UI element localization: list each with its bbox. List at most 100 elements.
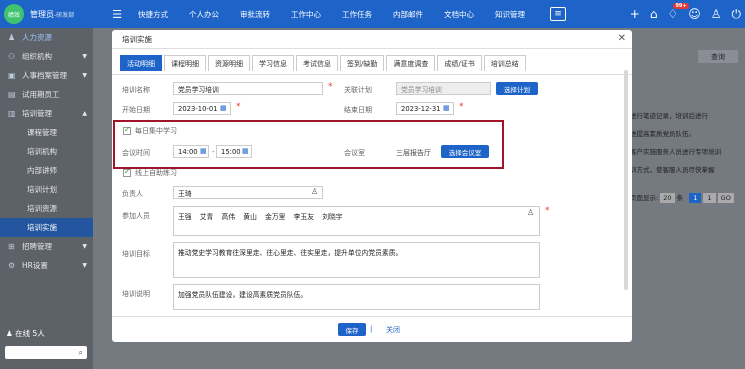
name-label: 培训名称 [122,86,150,94]
member-name: 王强 [178,213,192,221]
power-icon[interactable]: ⏻ [732,7,742,22]
org-icon: ⚇ [8,52,16,61]
nav-item[interactable]: 工作中心 [291,9,321,20]
sidebar-item-archive[interactable]: ▣ 人事档案管理 ▼ [0,66,93,85]
notification-badge: 99+ [673,3,689,9]
required-mark: * [236,102,241,112]
tab-resource[interactable]: 资源明细 [208,55,250,71]
add-icon[interactable]: + [630,7,640,21]
member-name: 刘晓宇 [322,213,343,221]
dialog-footer: 保存 | 关闭 [112,316,632,342]
nav-item[interactable]: 知识管理 [495,9,525,20]
bg-text: 训方式，使客服人员尽快掌握 [630,166,715,174]
members-label: 参加人员 [122,212,150,220]
sidebar-item-resource[interactable]: 培训资源 [0,199,93,218]
nav-item[interactable]: 个人办公 [189,9,219,20]
member-name: 高伟 [221,213,236,221]
dialog-title: 培训实施 [112,30,632,49]
name-input[interactable]: 党员学习培训 [173,82,323,95]
doc-icon: ▤ [8,90,16,99]
dialog-scrollbar[interactable] [624,70,628,290]
tab-exam[interactable]: 考试信息 [296,55,338,71]
member-name: 金万里 [265,213,286,221]
app-logo: 绩效 [4,4,24,24]
online-count: ♟ 在线 5人 [6,329,45,338]
sidebar-item-org[interactable]: ⚇ 组织机构 ▼ [0,47,93,66]
select-plan-button[interactable]: 选择计划 [496,82,538,95]
required-mark: * [328,82,333,92]
goal-label: 培训目标 [122,250,150,258]
tab-attendance[interactable]: 签到/缺勤 [340,55,385,71]
menu-toggle-icon[interactable]: ☰ [112,8,122,21]
settings-icon: ⚙ [8,261,16,270]
bg-text: 客户实施服务人员进行专项培训 [630,148,721,156]
sidebar-item-course[interactable]: 课程管理 [0,123,93,142]
bg-text: 进提高素质党员队伍。 [630,130,695,138]
tab-learning[interactable]: 学习信息 [252,55,294,71]
sidebar-item-implement[interactable]: 培训实施 [0,218,93,237]
sidebar-search[interactable]: ⌕ [5,346,87,359]
people-icon: ♟ [6,329,16,338]
online-practice-option[interactable]: 线上自助练习 [123,167,177,178]
sidebar-item-hr-settings[interactable]: ⚙ HR设置 ▼ [0,256,93,275]
member-name: 黄山 [243,213,257,221]
tab-summary[interactable]: 培训总结 [483,55,526,71]
member-name: 艾青 [199,213,214,221]
nav-more-icon[interactable]: ≡ [550,7,567,21]
home-icon[interactable]: ⌂ [650,7,658,21]
desc-textarea[interactable]: 加强党员队伍建设，建设高素质党员队伍。 [173,284,540,310]
sidebar-item-probation[interactable]: ▤ 试用期员工 [0,85,93,104]
nav-item[interactable]: 内部邮件 [393,9,423,20]
page-size-select[interactable]: 20 [660,193,675,203]
start-date-label: 开始日期 [122,106,150,114]
sidebar-item-training[interactable]: ▥ 培训管理 ▲ [0,104,93,123]
close-button[interactable]: 关闭 [386,325,400,335]
person-select-icon[interactable]: ♙ [311,187,318,196]
required-mark: * [545,206,550,216]
sidebar-section-hr[interactable]: ♟ 人力资源 [0,28,93,47]
tab-activity[interactable]: 活动明细 [120,55,162,71]
nav-item[interactable]: 文档中心 [444,9,474,20]
nav-item[interactable]: 工作任务 [342,9,372,20]
goal-textarea[interactable]: 推动党史学习教育往深里走、往心里走、往实里走，提升单位内党员素质。 [173,242,540,278]
members-field[interactable]: 王强 艾青 高伟 黄山 金万里 李玉友 刘晓宇 [173,206,540,236]
calendar-icon[interactable]: ▦ [443,104,450,112]
file-icon: ▣ [8,71,16,80]
plan-input: 党员学习培训 [396,82,491,95]
bg-text: 进行笔迹记录，培训后进行 [630,112,708,120]
required-mark: * [459,102,464,112]
user-icon[interactable]: ☺ [688,7,701,21]
query-button[interactable]: 查询 [698,50,738,63]
current-user[interactable]: 管理员-研发部 [30,9,74,20]
calendar-icon[interactable]: ▦ [220,104,227,112]
search-icon: ⌕ [78,347,83,357]
recruit-icon: ⊞ [8,242,15,251]
go-button[interactable]: GO [717,193,734,203]
sidebar-item-institution[interactable]: 培训机构 [0,142,93,161]
page-input[interactable]: 1 [703,193,716,203]
save-button[interactable]: 保存 [338,323,366,336]
online-practice-checkbox[interactable] [123,167,131,177]
sidebar: ♟ 人力资源 ⚇ 组织机构 ▼ ▣ 人事档案管理 ▼ ▤ 试用期员工 ▥ 培训管理 ▲ 课程管理… [0,28,93,369]
sidebar-item-recruit[interactable]: ⊞ 招聘管理 ▼ [0,237,93,256]
person-icon: ♟ [8,33,16,42]
desc-label: 培训说明 [122,290,150,298]
nav-item[interactable]: 审批流转 [240,9,270,20]
members-select-icon[interactable]: ♙ [527,208,534,217]
sidebar-item-lecturer[interactable]: 内部讲师 [0,161,93,180]
tab-certificate[interactable]: 成绩/证书 [437,55,482,71]
tab-survey[interactable]: 满意度调查 [386,55,436,71]
footer-divider: | [370,325,373,333]
owner-label: 负责人 [122,190,143,198]
nav-item[interactable]: 快捷方式 [138,9,168,20]
close-icon[interactable]: ✕ [618,33,626,44]
tab-course[interactable]: 课程明细 [164,55,206,71]
sidebar-item-plan[interactable]: 培训计划 [0,180,93,199]
skin-icon[interactable]: ♙ [711,7,722,21]
top-bar: 绩效 管理员-研发部 ☰ 快捷方式 个人办公 审批流转 工作中心 工作任务 内部… [0,0,745,28]
pager: 页面显示: 20 条 1 1 GO [630,192,734,203]
owner-input[interactable]: 王琦 [173,186,323,199]
bell-icon[interactable]: ♢ 99+ [667,3,689,21]
training-dialog: 培训实施 ✕ 活动明细 课程明细 资源明细 学习信息 考试信息 签到/缺勤 满意… [112,30,632,342]
page-button[interactable]: 1 [689,193,702,203]
